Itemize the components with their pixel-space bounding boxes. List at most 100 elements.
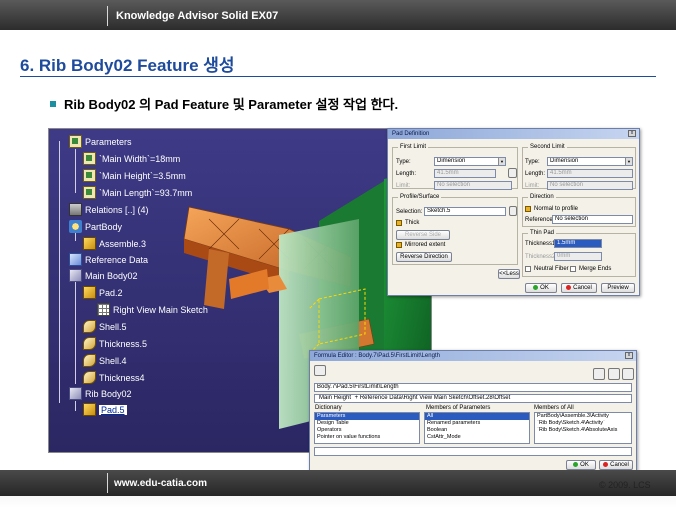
tree-node-main-height[interactable]: `Main Height`=3.5mm [83,169,186,182]
list-item[interactable]: `Rib Body\Sketch.4\Activity` [535,420,631,427]
parameter-icon [83,169,96,182]
formula-input[interactable]: `Main Height` + Reference Data\Right Vie… [314,394,632,403]
cancel-button[interactable]: Cancel [561,283,597,293]
tree-params-line [75,149,76,193]
tree-node-pad2[interactable]: Pad.2 [83,286,123,299]
limit2-field[interactable]: No selection [547,181,633,190]
tree-node-right-view-sketch[interactable]: Right View Main Sketch [97,303,208,316]
bullet-text: Rib Body02 의 Pad Feature 및 Parameter 설정 … [64,97,399,112]
pad-dialog-titlebar: Pad Definition x [388,129,639,139]
tree-label: Shell.4 [99,355,127,366]
tree-node-reference-data[interactable]: Reference Data [69,253,148,266]
members-params-list[interactable]: All Renamed parameters Boolean CstAttr_M… [424,412,530,444]
reverse-direction-button[interactable]: Reverse Direction [396,252,452,262]
slide-title: 6. Rib Body02 Feature 생성 [20,56,235,75]
selection-field[interactable]: Sketch.5 [424,207,506,216]
neutral-fiber-checkbox[interactable] [525,266,531,272]
list-item[interactable]: CstAttr_Mode [425,434,529,441]
formula-cancel-button[interactable]: Cancel [599,460,633,470]
close-icon[interactable]: x [628,130,636,137]
reverse-side-button[interactable]: Reverse Side [396,230,450,240]
ok-button[interactable]: OK [525,283,557,293]
sketch-edit-icon[interactable] [509,206,517,216]
copyright: © 2009. LCS [599,480,651,490]
list-item[interactable]: Boolean [425,427,529,434]
list-item[interactable]: Operators [315,427,419,434]
tree-node-main-body02[interactable]: Main Body02 [69,269,138,282]
thickness2-field[interactable]: 0mm [554,252,602,261]
tree-label: Parameters [85,136,132,147]
tree-label: `Main Length`=93.7mm [99,187,193,198]
thickness2-value: 0mm [557,253,571,259]
ok-label: OK [580,462,589,468]
tree-node-thickness5[interactable]: Thickness.5 [83,337,147,350]
type2-select[interactable]: Dimension ▼ [547,157,633,166]
second-limit-label: Second Limit [528,144,567,150]
tree-node-shell4[interactable]: Shell.4 [83,354,127,367]
tree-node-rib-body02[interactable]: Rib Body02 [69,387,132,400]
list-item[interactable]: Pointer on value functions [315,434,419,441]
length-label: Length: [396,171,417,177]
length-value: 41.5mm [437,170,459,176]
length2-value: 41.5mm [550,170,572,176]
tree-node-partbody[interactable]: PartBody [69,220,122,233]
tree-node-main-width[interactable]: `Main Width`=18mm [83,152,180,165]
list-item[interactable]: PartBody\Assemble.3\Activity [535,413,631,420]
footer-url[interactable]: www.edu-catia.com [114,478,207,489]
thickness1-field[interactable]: 1.5mm [554,239,602,248]
tree-node-relations[interactable]: Relations [..] (4) [69,203,149,216]
close-icon[interactable]: x [625,352,633,359]
list-item[interactable]: Parameters [315,413,419,420]
erase-icon[interactable] [622,368,634,380]
pad-icon [83,403,96,416]
merge-ends-checkbox[interactable] [570,266,576,272]
bullet-square-icon [50,101,56,107]
reference-field[interactable]: No selection [552,215,633,224]
tree-node-parameters[interactable]: Parameters [69,135,132,148]
type-select[interactable]: Dimension ▼ [434,157,506,166]
tree-node-shell5[interactable]: Shell.5 [83,320,127,333]
length-field[interactable]: 41.5mm [434,169,496,178]
limit-field[interactable]: No selection [434,181,512,190]
normal-to-profile-checkbox[interactable] [525,206,531,212]
pad-definition-dialog: Pad Definition x First Limit Type: Dimens… [387,128,640,296]
length2-field[interactable]: 41.5mm [547,169,633,178]
tree-node-assemble3[interactable]: Assemble.3 [83,237,146,250]
members-all-header: Members of All [534,405,574,411]
edit-icon[interactable] [608,368,620,380]
dictionary-list[interactable]: Parameters Design Table Operators Pointe… [314,412,420,444]
list-item[interactable]: `Rib Body\Sketch.4\AbsoluteAxis [535,427,631,434]
tree-trunk-line [59,141,60,403]
formula-status-field [314,447,632,456]
list-item[interactable]: Design Table [315,420,419,427]
tree-label: Assemble.3 [99,238,147,249]
members-all-list[interactable]: PartBody\Assemble.3\Activity `Rib Body\S… [534,412,632,444]
list-item[interactable]: All [425,413,529,420]
sketch-icon [97,303,110,316]
formula-path: Body.7\Pad.5\FirstLimit\Length [317,384,399,390]
mirrored-extent-checkbox[interactable] [396,242,402,248]
tree-label: Thickness.5 [99,338,148,349]
cancel-icon [566,285,572,290]
tree-node-main-length[interactable]: `Main Length`=93.7mm [83,186,192,199]
tree-label: PartBody [85,221,123,232]
pad-dialog-title: Pad Definition [392,131,430,137]
incremental-icon[interactable] [314,365,326,376]
search-icon[interactable] [593,368,605,380]
preview-button[interactable]: Preview [601,283,635,293]
less-button[interactable]: <<Less [498,269,520,279]
tree-label: Right View Main Sketch [113,304,208,315]
thin-pad-label: Thin Pad [528,230,557,236]
formula-ok-button[interactable]: OK [566,460,596,470]
list-item[interactable]: Renamed parameters [425,420,529,427]
tree-label: Main Body02 [85,270,138,281]
formula-fx-icon[interactable] [508,168,517,178]
tree-node-thickness4[interactable]: Thickness4 [83,371,145,384]
thick-checkbox[interactable] [396,220,402,226]
tree-node-pad5[interactable]: Pad.5 [83,403,127,416]
thickness1-value: 1.5mm [557,240,576,246]
cancel-label: Cancel [573,285,592,291]
formula-path-field[interactable]: Body.7\Pad.5\FirstLimit\Length [314,383,632,392]
partbody-icon [69,220,82,233]
shell-icon [83,354,96,367]
